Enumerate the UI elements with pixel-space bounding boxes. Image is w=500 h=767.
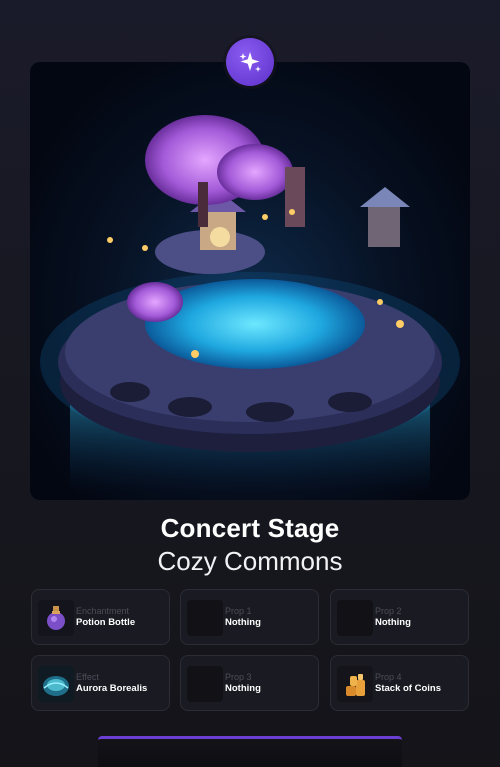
slot-prop-3[interactable]: Prop 3 Nothing: [180, 655, 319, 711]
slot-kind-label: Prop 3: [225, 672, 252, 682]
empty-slot-thumbnail: [187, 666, 223, 702]
slot-prop-4[interactable]: Prop 4 Stack of Coins: [330, 655, 469, 711]
slot-kind-label: Effect: [76, 672, 99, 682]
empty-slot-thumbnail: [337, 600, 373, 636]
potion-bottle-icon: [38, 600, 74, 636]
slot-prop-1[interactable]: Prop 1 Nothing: [180, 589, 319, 645]
collection-name: Cozy Commons: [157, 546, 343, 576]
floating-island-illustration: [40, 115, 460, 492]
slot-prop-2[interactable]: Prop 2 Nothing: [330, 589, 469, 645]
slot-enchantment[interactable]: Enchantment Potion Bottle: [31, 589, 170, 645]
item-artwork: [30, 62, 470, 500]
aurora-borealis-icon: [38, 666, 74, 702]
slot-kind-label: Prop 4: [375, 672, 402, 682]
slot-value-label: Nothing: [225, 617, 261, 628]
sparkles-icon: [239, 52, 261, 72]
stack-of-coins-icon: [337, 666, 373, 702]
slot-value-label: Nothing: [225, 683, 261, 694]
slot-value-label: Aurora Borealis: [76, 683, 148, 694]
slot-value-label: Potion Bottle: [76, 617, 136, 628]
slot-kind-label: Enchantment: [76, 606, 130, 616]
slot-kind-label: Prop 2: [375, 606, 402, 616]
slot-effect[interactable]: Effect Aurora Borealis: [31, 655, 170, 711]
item-title: Concert Stage: [160, 513, 340, 543]
slot-value-label: Stack of Coins: [375, 683, 441, 694]
bottom-action-bar[interactable]: [98, 736, 402, 767]
sparkles-badge: [226, 38, 274, 86]
empty-slot-thumbnail: [187, 600, 223, 636]
slot-value-label: Nothing: [375, 617, 411, 628]
slot-kind-label: Prop 1: [225, 606, 252, 616]
